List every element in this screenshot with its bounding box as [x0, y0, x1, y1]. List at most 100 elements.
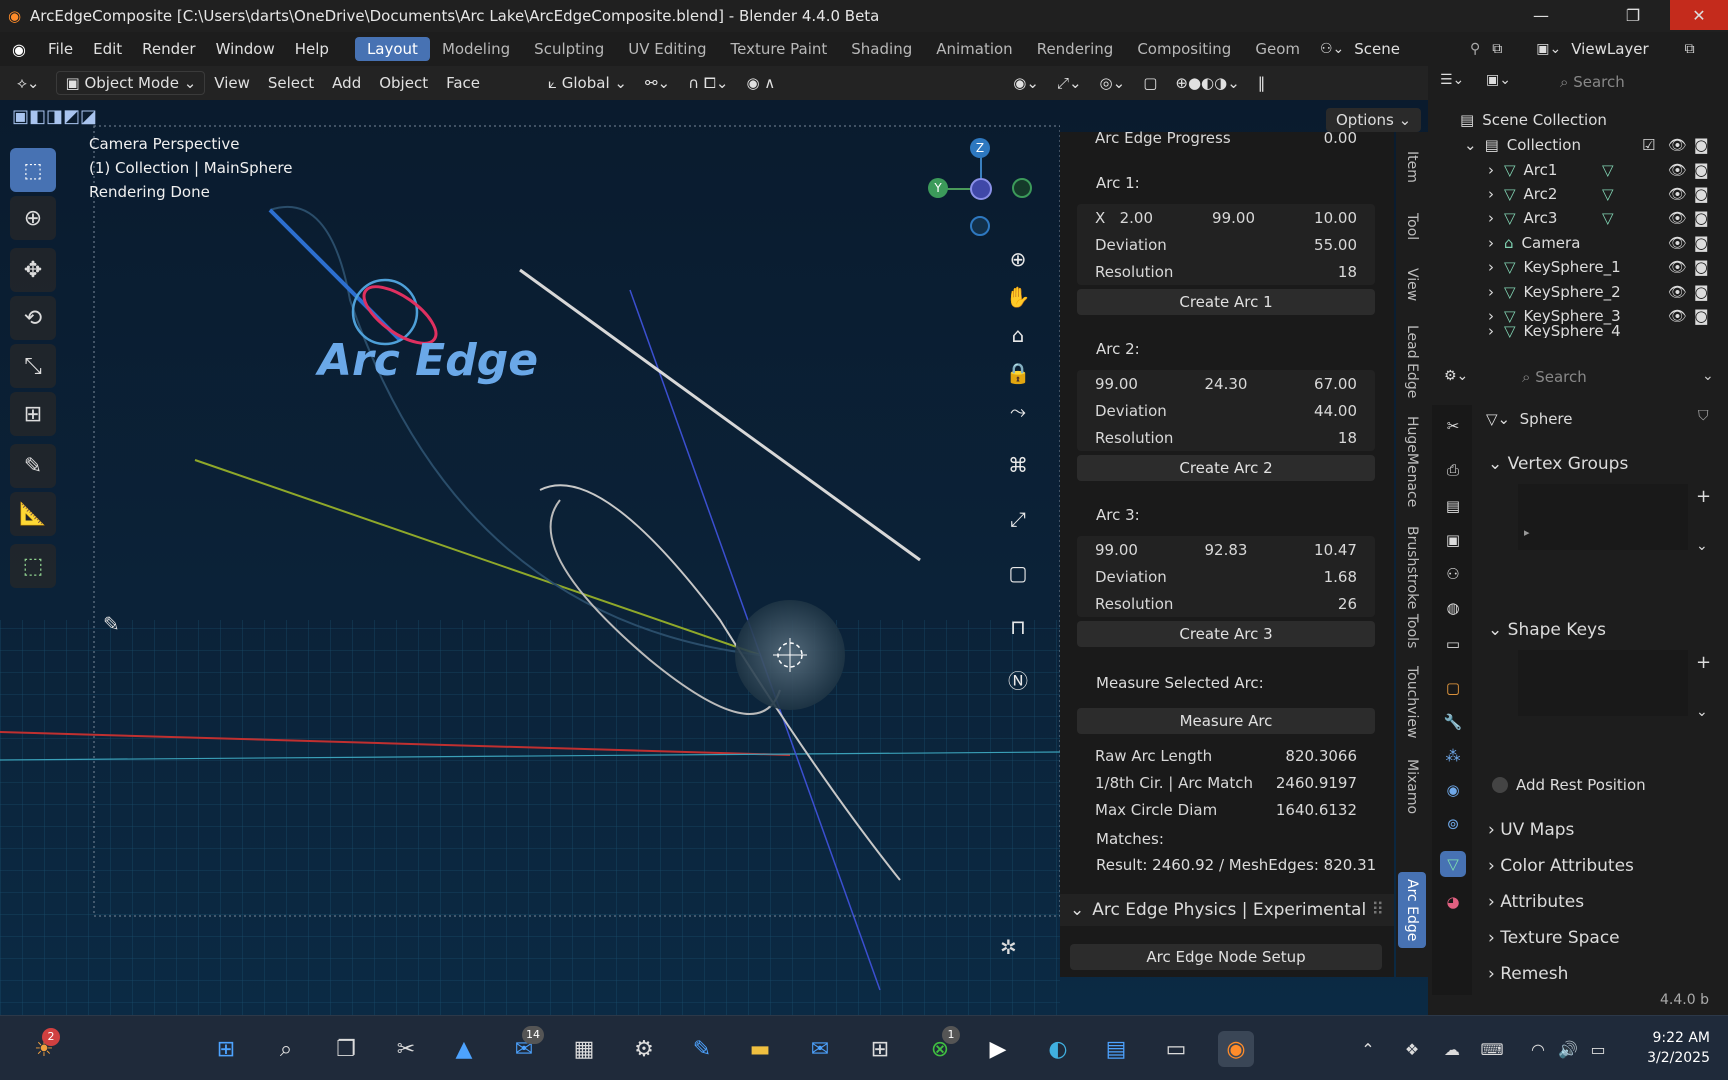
outliner-editor-icon[interactable]: ☰⌄ [1440, 72, 1464, 88]
outliner-item-arc3[interactable]: › ▽ Arc3 ▽ 👁 ◙ [1432, 204, 1728, 231]
chevron-down-icon[interactable]: ⌄ [1702, 368, 1714, 384]
edge-icon[interactable]: ◐ [1040, 1031, 1076, 1067]
blender-menu-icon[interactable]: ◉ [0, 40, 38, 59]
file-explorer-icon[interactable]: ▬ [742, 1031, 778, 1067]
collection-row[interactable]: ⌄ ▤ Collection ☑ 👁 ◙ [1432, 131, 1728, 158]
tab-lead-edge[interactable]: Lead Edge [1398, 322, 1426, 402]
share-icon[interactable]: ⤳ [1000, 392, 1036, 430]
gizmo-z[interactable]: Z [970, 138, 990, 158]
uv-maps-header[interactable]: › UV Maps [1488, 820, 1574, 840]
create-arc1-button[interactable]: Create Arc 1 [1077, 289, 1375, 315]
create-arc2-button[interactable]: Create Arc 2 [1077, 455, 1375, 481]
task-view-icon[interactable]: ❐ [328, 1031, 364, 1067]
navigation-gizmo[interactable]: Z Y [920, 136, 1040, 236]
outliner-item-arc1[interactable]: › ▽ Arc1 ▽ 👁 ◙ [1432, 156, 1728, 183]
cloud-icon[interactable]: ☁ [1434, 1031, 1470, 1067]
arc1-vector[interactable]: X 2.00 99.00 10.00 [1077, 204, 1375, 231]
gizmo-y-neg[interactable] [1012, 178, 1032, 198]
eye-icon[interactable]: 👁 [1668, 234, 1687, 252]
scene-icon[interactable]: ⚇⌄ [1320, 41, 1344, 57]
eye-icon[interactable]: 👁 [1668, 307, 1687, 325]
unlock-icon[interactable]: ⊓ [1000, 608, 1036, 646]
select-box-tool[interactable]: ⬚ [10, 148, 56, 192]
pivot-icon[interactable]: ⚯⌄ [636, 74, 679, 92]
start-icon[interactable]: ⊞ [208, 1031, 244, 1067]
vertex-groups-list[interactable] [1518, 484, 1688, 550]
chevron-down-icon[interactable]: ⌄ [1696, 538, 1708, 554]
paint-icon[interactable]: ✎ [684, 1031, 720, 1067]
arc2-v1[interactable]: 99.00 [1095, 375, 1138, 393]
tab-compositing[interactable]: Compositing [1125, 37, 1243, 61]
arc2-deviation[interactable]: Deviation 44.00 [1077, 397, 1375, 424]
keyboard-icon[interactable]: ⌨ [1474, 1031, 1510, 1067]
arc3-resolution[interactable]: Resolution 26 [1077, 590, 1375, 617]
arc1-resolution[interactable]: Resolution 18 [1077, 258, 1375, 285]
color-attributes-header[interactable]: › Color Attributes [1488, 856, 1634, 876]
checkbox-icon[interactable]: ☑ [1642, 136, 1655, 154]
proportional-icon[interactable]: ◉ ∧ [737, 74, 784, 92]
add-cube-tool[interactable]: ⬚ [10, 544, 56, 588]
pin-icon[interactable]: ⚲ [1470, 41, 1480, 57]
arc1-dev-value[interactable]: 55.00 [1314, 236, 1357, 254]
world-icon[interactable]: ◍ [1440, 595, 1466, 621]
properties-editor-icon[interactable]: ⚙⌄ [1444, 368, 1468, 384]
camera-render-icon[interactable]: ◙ [1694, 136, 1709, 154]
menu-help[interactable]: Help [285, 32, 339, 66]
editor-type-icon[interactable]: ⟡⌄ [8, 74, 48, 92]
transform-orientation[interactable]: ⟀ Global ⌄ [539, 74, 636, 92]
add-rest-position-row[interactable]: Add Rest Position [1492, 776, 1646, 794]
chevron-right-icon[interactable]: › [1488, 324, 1494, 338]
arc3-v3[interactable]: 10.47 [1314, 541, 1357, 559]
youtube-icon[interactable]: ▶ [980, 1031, 1016, 1067]
snipping-tool-icon[interactable]: ✂ [388, 1031, 424, 1067]
view-layer-icon[interactable]: ▣ [1440, 527, 1466, 553]
add-shape-key-icon[interactable]: + [1696, 652, 1711, 673]
camera-render-icon[interactable]: ◙ [1694, 209, 1709, 227]
tab-mixamo[interactable]: Mixamo [1398, 752, 1426, 822]
outliner-item-keysphere1[interactable]: › ▽ KeySphere_1 👁 ◙ [1432, 253, 1728, 280]
constraints-icon[interactable]: ⊚ [1440, 811, 1466, 837]
select-mode-icons[interactable]: ▣◧◨◩◪ [12, 106, 97, 127]
arc2-v2[interactable]: 24.30 [1205, 375, 1248, 393]
tab-touchview[interactable]: Touchview [1398, 662, 1426, 742]
tab-uv-editing[interactable]: UV Editing [616, 37, 718, 61]
pan-hand-icon[interactable]: ✋ [1000, 278, 1036, 316]
gizmo-toggle-icon[interactable]: ⤢⌄ [1048, 74, 1091, 92]
mode-selector[interactable]: ▣ Object Mode ⌄ [56, 71, 206, 95]
new-scene-icon[interactable]: ⧉ [1492, 41, 1502, 57]
shading-modes-icon[interactable]: ⊕●◐◑⌄ [1166, 74, 1248, 92]
settings-gear-icon[interactable]: ⚙ [626, 1031, 662, 1067]
arc2-resolution[interactable]: Resolution 18 [1077, 424, 1375, 451]
mesh-data-icon[interactable]: ▽⌄ [1486, 410, 1510, 428]
gizmo-x-neg[interactable] [970, 178, 992, 200]
arc3-v1[interactable]: 99.00 [1095, 541, 1138, 559]
menu-object[interactable]: Object [370, 74, 437, 92]
xray-icon[interactable]: ▢ [1134, 74, 1166, 92]
menu-view[interactable]: View [205, 74, 259, 92]
menu-render[interactable]: Render [132, 32, 205, 66]
add-vertex-group-icon[interactable]: + [1696, 486, 1711, 507]
frame-icon[interactable]: ⌘ [1000, 446, 1036, 484]
search-icon[interactable]: ⌕ [268, 1031, 304, 1067]
blender-taskbar-icon[interactable]: ◉ [1218, 1031, 1254, 1067]
cursor-tool[interactable]: ⊕ [10, 196, 56, 240]
gizmo-z-neg[interactable] [970, 216, 990, 236]
viewlayer-name[interactable]: ViewLayer [1561, 32, 1658, 66]
arc3-v2[interactable]: 92.83 [1205, 541, 1248, 559]
outliner-item-camera[interactable]: › ⌂ Camera 👁 ◙ [1432, 229, 1728, 256]
menu-select[interactable]: Select [259, 74, 323, 92]
chevron-right-icon[interactable]: › [1488, 283, 1494, 301]
tab-arc-edge[interactable]: Arc Edge [1398, 872, 1426, 948]
tab-sculpting[interactable]: Sculpting [522, 37, 616, 61]
chevron-down-icon[interactable]: ⌄ [1696, 704, 1708, 720]
arc1-res-value[interactable]: 18 [1338, 263, 1357, 281]
outliner-search[interactable]: ⌕ Search [1560, 70, 1710, 94]
camera-render-icon[interactable]: ◙ [1694, 307, 1709, 325]
arc1-v1[interactable]: 2.00 [1120, 209, 1153, 227]
scale-tool[interactable]: ⤡ [10, 344, 56, 388]
arc1-v2[interactable]: 99.00 [1212, 209, 1255, 227]
dropbox-icon[interactable]: ❖ [1394, 1031, 1430, 1067]
render-icon[interactable]: ⎙ [1440, 457, 1466, 483]
tab-brushstroke-tools[interactable]: Brushstroke Tools [1398, 522, 1426, 652]
chevron-right-icon[interactable]: › [1488, 209, 1494, 227]
